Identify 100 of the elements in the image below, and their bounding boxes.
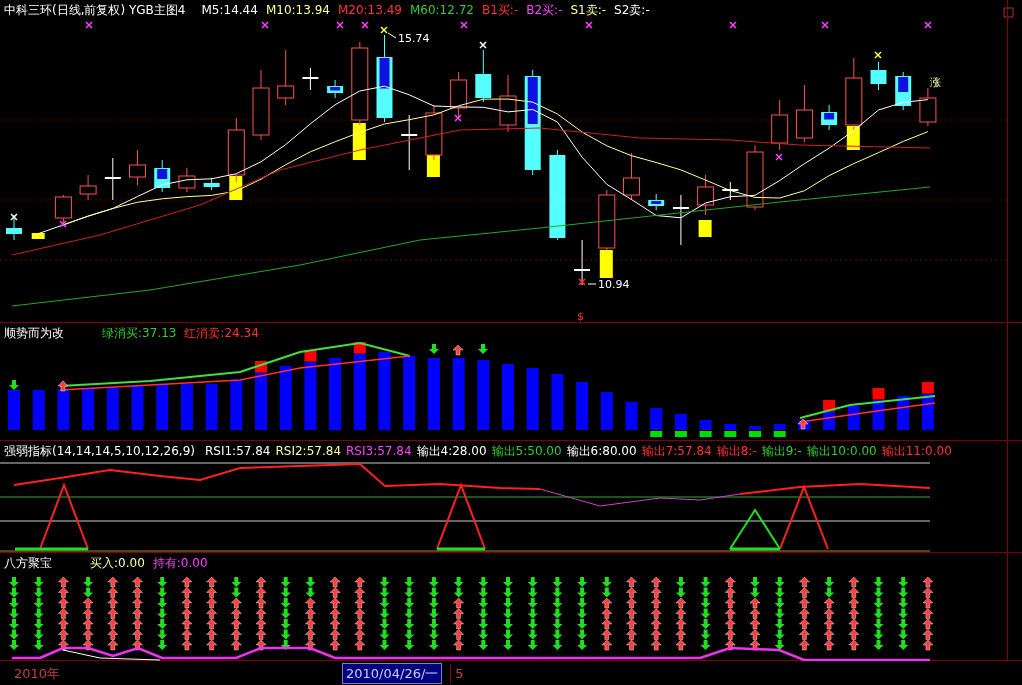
indicator-value: 输出8:- bbox=[716, 443, 757, 460]
histogram-bar bbox=[279, 366, 292, 430]
signal-bar bbox=[229, 176, 243, 200]
histogram-bar bbox=[329, 358, 342, 430]
up-arrow-icon bbox=[57, 380, 69, 392]
leader-line bbox=[587, 283, 597, 285]
cross-marker-icon bbox=[585, 21, 593, 29]
indicator-value: RSI3:57.84 bbox=[346, 443, 412, 460]
histogram-bar bbox=[230, 380, 243, 430]
candlestick bbox=[400, 114, 419, 171]
signal-bar bbox=[724, 431, 737, 437]
indicator-value: B2买:- bbox=[526, 2, 563, 19]
cross-marker-icon bbox=[336, 21, 344, 29]
signal-bar bbox=[353, 342, 366, 354]
candlestick bbox=[178, 167, 196, 193]
candlestick bbox=[277, 49, 295, 106]
histogram-bar bbox=[57, 390, 70, 430]
down-arrow-icon bbox=[9, 380, 19, 390]
histogram-bar bbox=[674, 414, 687, 430]
candlestick bbox=[327, 79, 344, 99]
candlestick bbox=[252, 69, 270, 141]
indicator-title: 强弱指标(14,14,14,5,10,12,26,9) bbox=[4, 443, 195, 460]
candlestick bbox=[746, 144, 764, 211]
indicator-value: 输出10:0.00 bbox=[806, 443, 877, 460]
candlestick bbox=[795, 84, 813, 143]
candlestick bbox=[598, 189, 616, 251]
indicator-value: RSI2:57.84 bbox=[275, 443, 341, 460]
histogram-bar bbox=[773, 424, 786, 430]
signal-label: 涨 bbox=[930, 76, 941, 89]
cross-marker-icon bbox=[578, 278, 586, 286]
histogram-bar bbox=[699, 420, 712, 430]
candlestick bbox=[919, 87, 937, 127]
histogram-bar bbox=[600, 392, 613, 430]
candlestick bbox=[425, 104, 443, 161]
down-arrow-icon bbox=[429, 344, 439, 354]
indicator-value: M10:13.94 bbox=[265, 2, 330, 19]
histogram-bar bbox=[625, 402, 638, 430]
histogram-bar bbox=[156, 384, 169, 430]
signal-bar bbox=[921, 382, 934, 394]
signal-bar bbox=[773, 431, 786, 437]
candlestick bbox=[573, 239, 592, 286]
histogram-bar bbox=[921, 394, 934, 430]
period-label: 2010年 bbox=[13, 664, 62, 683]
cross-marker-icon bbox=[361, 21, 369, 29]
indicator-value: 红消卖:24.34 bbox=[184, 325, 259, 342]
histogram-bar bbox=[452, 358, 465, 430]
histogram-bar bbox=[650, 408, 663, 430]
indicator-title: 八方聚宝 bbox=[4, 555, 52, 572]
cross-marker-icon bbox=[924, 21, 932, 29]
signal-bar bbox=[352, 123, 366, 160]
window-toggle-icon[interactable] bbox=[1003, 7, 1014, 18]
indicator-value: 买入:0.00 bbox=[90, 555, 145, 572]
signal-bar bbox=[31, 233, 45, 239]
candlestick bbox=[301, 67, 320, 91]
histogram-bar bbox=[749, 426, 761, 430]
histogram-bar bbox=[897, 396, 910, 430]
indicator-value: S2卖:- bbox=[614, 2, 650, 19]
date-label: 2010/04/26/一 bbox=[342, 662, 443, 685]
triangle-signal-line bbox=[39, 482, 89, 550]
signal-bar bbox=[304, 350, 317, 362]
indicator-title: 顺势而为改 bbox=[4, 325, 64, 342]
cross-marker-icon bbox=[821, 21, 829, 29]
histogram-bar bbox=[847, 406, 860, 430]
candlestick bbox=[499, 74, 517, 133]
leader-line bbox=[387, 32, 397, 39]
candlestick bbox=[721, 181, 740, 201]
histogram-bar bbox=[576, 382, 589, 430]
indicator-title: 中科三环(日线,前复权) YGB主图4 bbox=[4, 2, 186, 19]
histogram-bar bbox=[205, 384, 218, 430]
candlestick bbox=[450, 71, 468, 119]
histogram-bar bbox=[526, 368, 539, 430]
histogram-bar bbox=[502, 364, 514, 430]
histogram-bar bbox=[724, 424, 737, 430]
candlestick bbox=[771, 99, 789, 151]
indicator-value: 输出5:50.00 bbox=[491, 443, 562, 460]
cross-marker-icon bbox=[85, 21, 93, 29]
histogram-bar bbox=[180, 384, 193, 430]
cross-marker-icon bbox=[874, 51, 882, 59]
candlestick bbox=[671, 194, 690, 246]
candlestick bbox=[79, 174, 97, 201]
cross-marker-icon bbox=[460, 21, 468, 29]
cross-marker-icon bbox=[59, 220, 67, 228]
indicator-value: M60:12.72 bbox=[409, 2, 474, 19]
histogram-bar bbox=[427, 358, 440, 430]
candlestick bbox=[623, 152, 640, 201]
histogram-bar bbox=[255, 373, 267, 430]
cross-marker-icon bbox=[479, 41, 487, 49]
candlestick bbox=[697, 174, 715, 216]
histogram-bar bbox=[8, 390, 20, 430]
indicator-value: 持有:0.00 bbox=[152, 555, 208, 572]
down-arrow-icon bbox=[478, 344, 488, 354]
histogram-bar bbox=[304, 362, 317, 430]
indicator-value: 绿消买:37.13 bbox=[102, 325, 177, 342]
signal-bar bbox=[823, 400, 836, 412]
cross-marker-icon bbox=[380, 26, 388, 34]
signal-label: $ bbox=[577, 310, 584, 323]
indicator-value: M5:14.44 bbox=[201, 2, 258, 19]
candlestick bbox=[870, 61, 887, 91]
candlestick bbox=[648, 193, 665, 211]
signal-bar bbox=[599, 250, 613, 278]
